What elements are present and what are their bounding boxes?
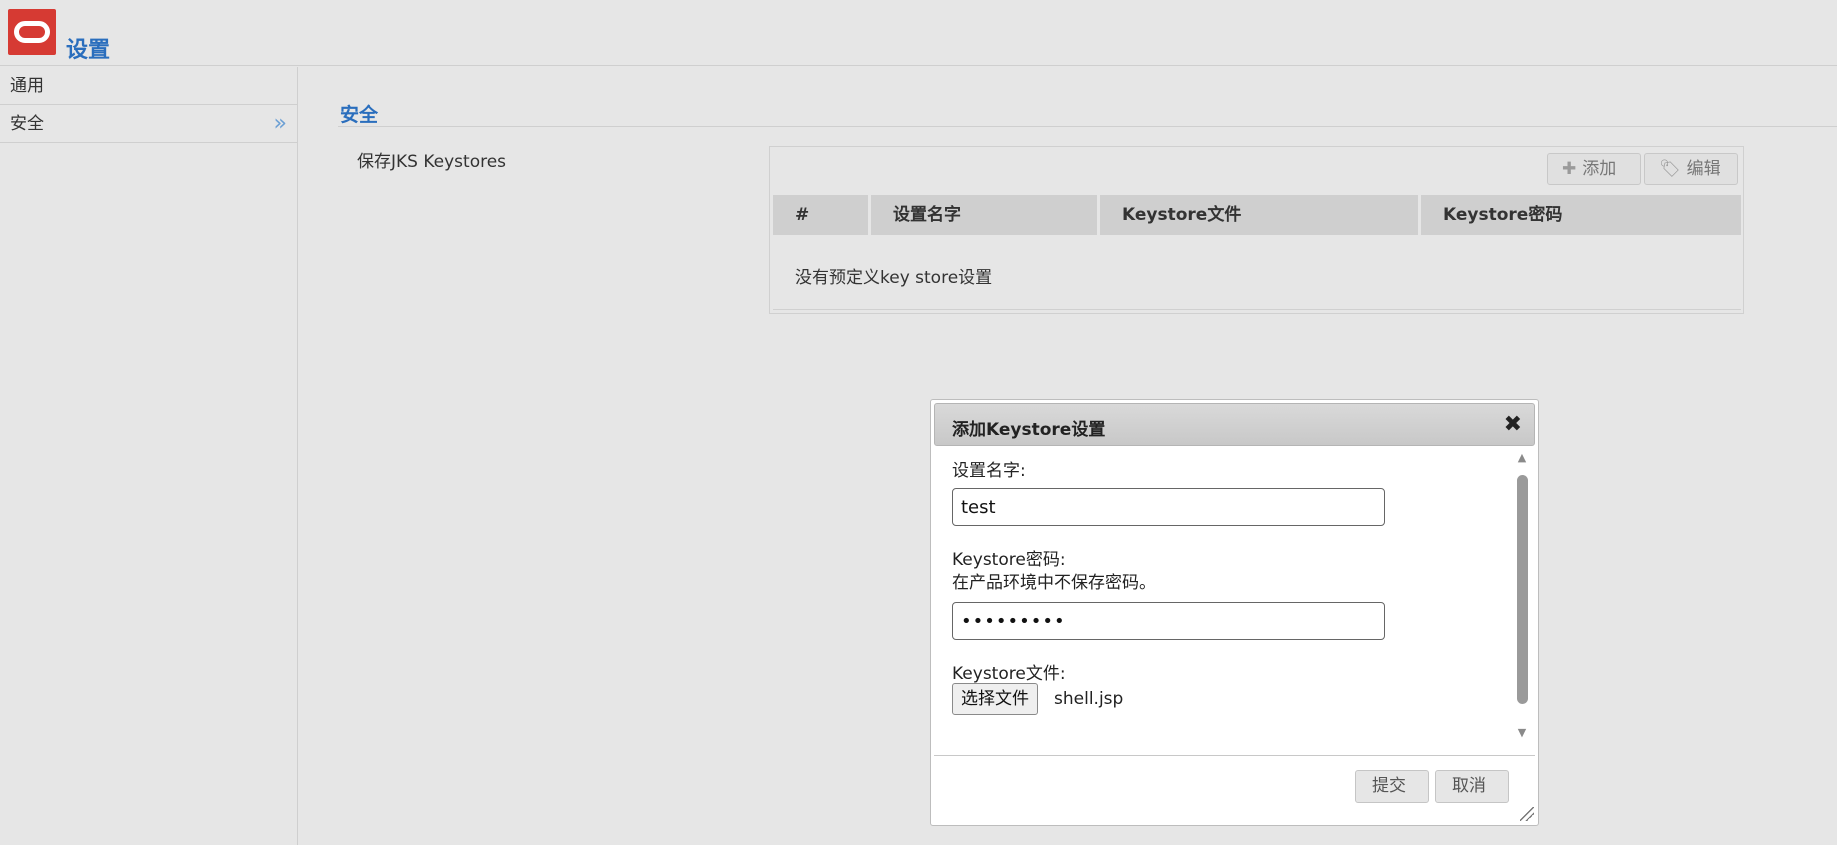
- add-keystore-dialog: 添加Keystore设置 ✖ 设置名字: Keystore密码: 在产品环境中不…: [930, 399, 1539, 826]
- submit-button[interactable]: 提交: [1355, 770, 1429, 803]
- dialog-title: 添加Keystore设置: [952, 420, 1106, 440]
- keystore-password-input[interactable]: [952, 602, 1385, 640]
- setting-name-label: 设置名字:: [952, 461, 1026, 481]
- column-header-keystore-file[interactable]: Keystore文件: [1100, 195, 1421, 235]
- keystore-file-label: Keystore文件:: [952, 664, 1066, 684]
- add-button[interactable]: ✚ 添加: [1547, 153, 1641, 185]
- resize-handle-icon[interactable]: [1520, 807, 1534, 821]
- column-header-number[interactable]: #: [773, 195, 871, 235]
- dialog-divider: [934, 755, 1535, 756]
- section-divider: [338, 126, 1837, 127]
- column-header-setting-name[interactable]: 设置名字: [871, 195, 1100, 235]
- scroll-up-arrow-icon[interactable]: ▲: [1515, 452, 1529, 463]
- empty-table-message: 没有预定义key store设置: [795, 268, 993, 288]
- sidebar-item-security[interactable]: 安全 »: [0, 105, 297, 143]
- section-title: 安全: [340, 104, 379, 126]
- close-icon[interactable]: ✖: [1504, 412, 1522, 437]
- plus-icon: ✚: [1562, 159, 1577, 179]
- scrollbar-thumb[interactable]: [1517, 475, 1528, 704]
- selected-file-name: shell.jsp: [1054, 689, 1124, 709]
- scroll-down-arrow-icon[interactable]: ▼: [1515, 727, 1529, 738]
- password-note: 在产品环境中不保存密码。: [952, 573, 1156, 593]
- sidebar-item-general[interactable]: 通用: [0, 67, 297, 105]
- oracle-logo-icon: [8, 9, 56, 55]
- setting-name-input[interactable]: [952, 488, 1385, 526]
- page-title: 设置: [66, 38, 111, 63]
- dialog-header[interactable]: 添加Keystore设置 ✖: [934, 403, 1535, 446]
- edit-button[interactable]: 🏷︎ 编辑: [1644, 153, 1738, 185]
- add-button-label: 添加: [1582, 159, 1617, 179]
- panel-divider: [773, 309, 1741, 310]
- jks-keystores-label: 保存JKS Keystores: [357, 152, 507, 172]
- keystore-password-label: Keystore密码:: [952, 550, 1066, 570]
- app-header: 设置: [0, 0, 1837, 66]
- cancel-button[interactable]: 取消: [1435, 770, 1509, 803]
- keystore-table-header: # 设置名字 Keystore文件 Keystore密码: [773, 195, 1741, 235]
- choose-file-button[interactable]: 选择文件: [952, 683, 1038, 715]
- sidebar-item-label: 安全: [10, 114, 44, 134]
- sidebar: 通用 安全 »: [0, 67, 298, 845]
- column-header-keystore-password[interactable]: Keystore密码: [1421, 195, 1741, 235]
- keystore-panel: ✚ 添加 🏷︎ 编辑 # 设置名字 Keystore文件 Keystore密码 没有…: [769, 146, 1744, 314]
- edit-button-label: 编辑: [1686, 159, 1721, 179]
- sidebar-item-label: 通用: [10, 76, 44, 96]
- double-chevron-right-icon: »: [273, 111, 287, 136]
- tag-icon: 🏷︎: [1659, 159, 1681, 179]
